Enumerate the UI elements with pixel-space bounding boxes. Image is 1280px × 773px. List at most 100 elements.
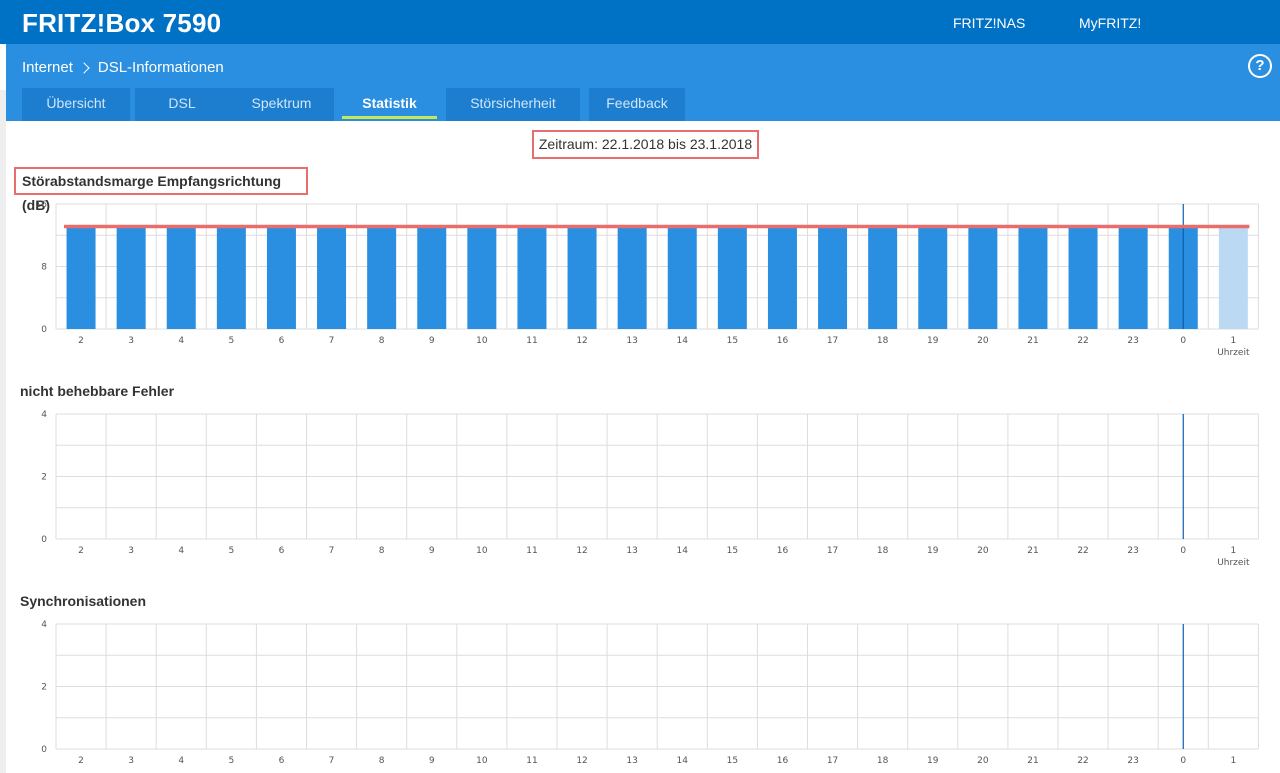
x-tick-label: 19 [927,756,939,766]
bar-9 [417,227,447,329]
x-tick-label: 22 [1077,756,1088,766]
x-tick-label: 8 [379,546,385,556]
x-tick-label: 16 [777,546,789,556]
x-tick-label: 19 [927,336,939,346]
x-tick-label: 4 [178,546,184,556]
uncorrectable-errors-chart: 0242 3 4 5 6 7 8 9 10 11 12 13 14 15 16 17 18 19 20 21 22 23 0… [41,410,1259,568]
x-tick-label: 10 [476,336,488,346]
breadcrumb-internet[interactable]: Internet [22,59,73,76]
x-tick-label: 17 [827,756,838,766]
y-tick-label: 2 [41,473,47,483]
help-icon[interactable]: ? [1248,54,1272,78]
bar-21 [1018,227,1048,329]
bar-20 [968,227,998,329]
x-tick-label: 17 [827,546,838,556]
x-tick-label: 1 [1230,756,1236,766]
bar-14 [667,227,697,329]
chevron-right-icon [78,61,90,74]
x-tick-label: 7 [329,546,335,556]
tab-spektrum[interactable]: Spektrum [229,88,334,121]
x-tick-label: 16 [777,756,789,766]
x-tick-label: 15 [727,546,738,556]
x-tick-label: 0 [1180,546,1186,556]
x-axis-label: Uhrzeit [1217,558,1250,568]
bar-15 [717,227,747,329]
bar-17 [818,227,848,329]
x-tick-label: 21 [1027,546,1038,556]
x-tick-label: 6 [279,336,285,346]
period-label: Zeitraum: 22.1.2018 bis 23.1.2018 [532,130,759,159]
x-tick-label: 9 [429,546,435,556]
tab-uebersicht[interactable]: Übersicht [22,88,130,121]
tab-statistik[interactable]: Statistik [342,88,437,121]
fritz-nas-link[interactable]: FRITZ!NAS [953,15,1025,31]
x-tick-label: 13 [626,756,637,766]
x-tick-label: 1 [1230,336,1236,346]
x-tick-label: 14 [677,546,689,556]
x-tick-label: 14 [677,756,689,766]
bar-3 [116,227,146,329]
x-tick-label: 20 [977,336,989,346]
bar-7 [317,227,347,329]
bar-10 [467,227,497,329]
x-tick-label: 2 [78,546,84,556]
x-tick-label: 23 [1127,336,1138,346]
bar-16 [767,227,797,329]
x-tick-label: 22 [1077,336,1088,346]
bar-5 [216,227,246,329]
bar-18 [868,227,898,329]
x-tick-label: 8 [379,756,385,766]
x-tick-label: 12 [576,756,587,766]
tab-feedback[interactable]: Feedback [589,88,685,121]
x-tick-label: 10 [476,546,488,556]
bar-12 [567,227,597,329]
bar-6 [266,227,296,329]
snr-margin-chart: 08162 3 4 5 6 7 8 9 10 11 12 13 14 15 16 17 18 19 20 21 22 23… [36,200,1259,358]
bar-13 [617,227,647,329]
chart-title-snr: Störabstandsmarge Empfangsrichtung (dB) [14,167,308,213]
x-tick-label: 19 [927,546,939,556]
x-tick-label: 0 [1180,336,1186,346]
bar-11 [517,227,547,329]
x-tick-label: 3 [128,336,134,346]
x-tick-label: 1 [1230,546,1236,556]
y-tick-label: 4 [41,620,47,630]
x-tick-label: 12 [576,546,587,556]
x-tick-label: 2 [78,336,84,346]
bar-8 [367,227,397,329]
x-tick-label: 18 [877,336,889,346]
x-tick-label: 18 [877,756,889,766]
y-tick-label: 0 [41,745,47,755]
x-tick-label: 6 [279,756,285,766]
x-tick-label: 10 [476,756,488,766]
x-tick-label: 13 [626,336,637,346]
myfritz-link[interactable]: MyFRITZ! [1079,15,1141,31]
x-tick-label: 2 [78,756,84,766]
x-tick-label: 0 [1180,756,1186,766]
x-tick-label: 23 [1127,546,1138,556]
x-tick-label: 8 [379,336,385,346]
x-tick-label: 7 [329,756,335,766]
x-tick-label: 22 [1077,546,1088,556]
x-tick-label: 17 [827,336,838,346]
x-tick-label: 5 [228,336,234,346]
x-tick-label: 14 [677,336,689,346]
x-tick-label: 15 [727,756,738,766]
synchronisations-chart: 0242 3 4 5 6 7 8 9 10 11 12 13 14 15 16 17 18 19 20 21 22 23 0… [41,620,1259,766]
x-tick-label: 4 [178,756,184,766]
x-tick-label: 12 [576,336,587,346]
x-tick-label: 9 [429,336,435,346]
chart-title-errors: nicht behebbare Fehler [20,383,175,399]
x-tick-label: 11 [526,756,537,766]
x-tick-label: 21 [1027,336,1038,346]
x-tick-label: 13 [626,546,637,556]
x-tick-label: 4 [178,336,184,346]
tab-dsl[interactable]: DSL [135,88,229,121]
x-tick-label: 23 [1127,756,1138,766]
tab-stoersicherheit[interactable]: Störsicherheit [446,88,580,121]
x-tick-label: 9 [429,756,435,766]
bar-22 [1068,227,1098,329]
sub-header: Internet DSL-Informationen ? Übersicht D… [6,44,1280,121]
y-tick-label: 16 [36,200,48,210]
x-tick-label: 3 [128,546,134,556]
